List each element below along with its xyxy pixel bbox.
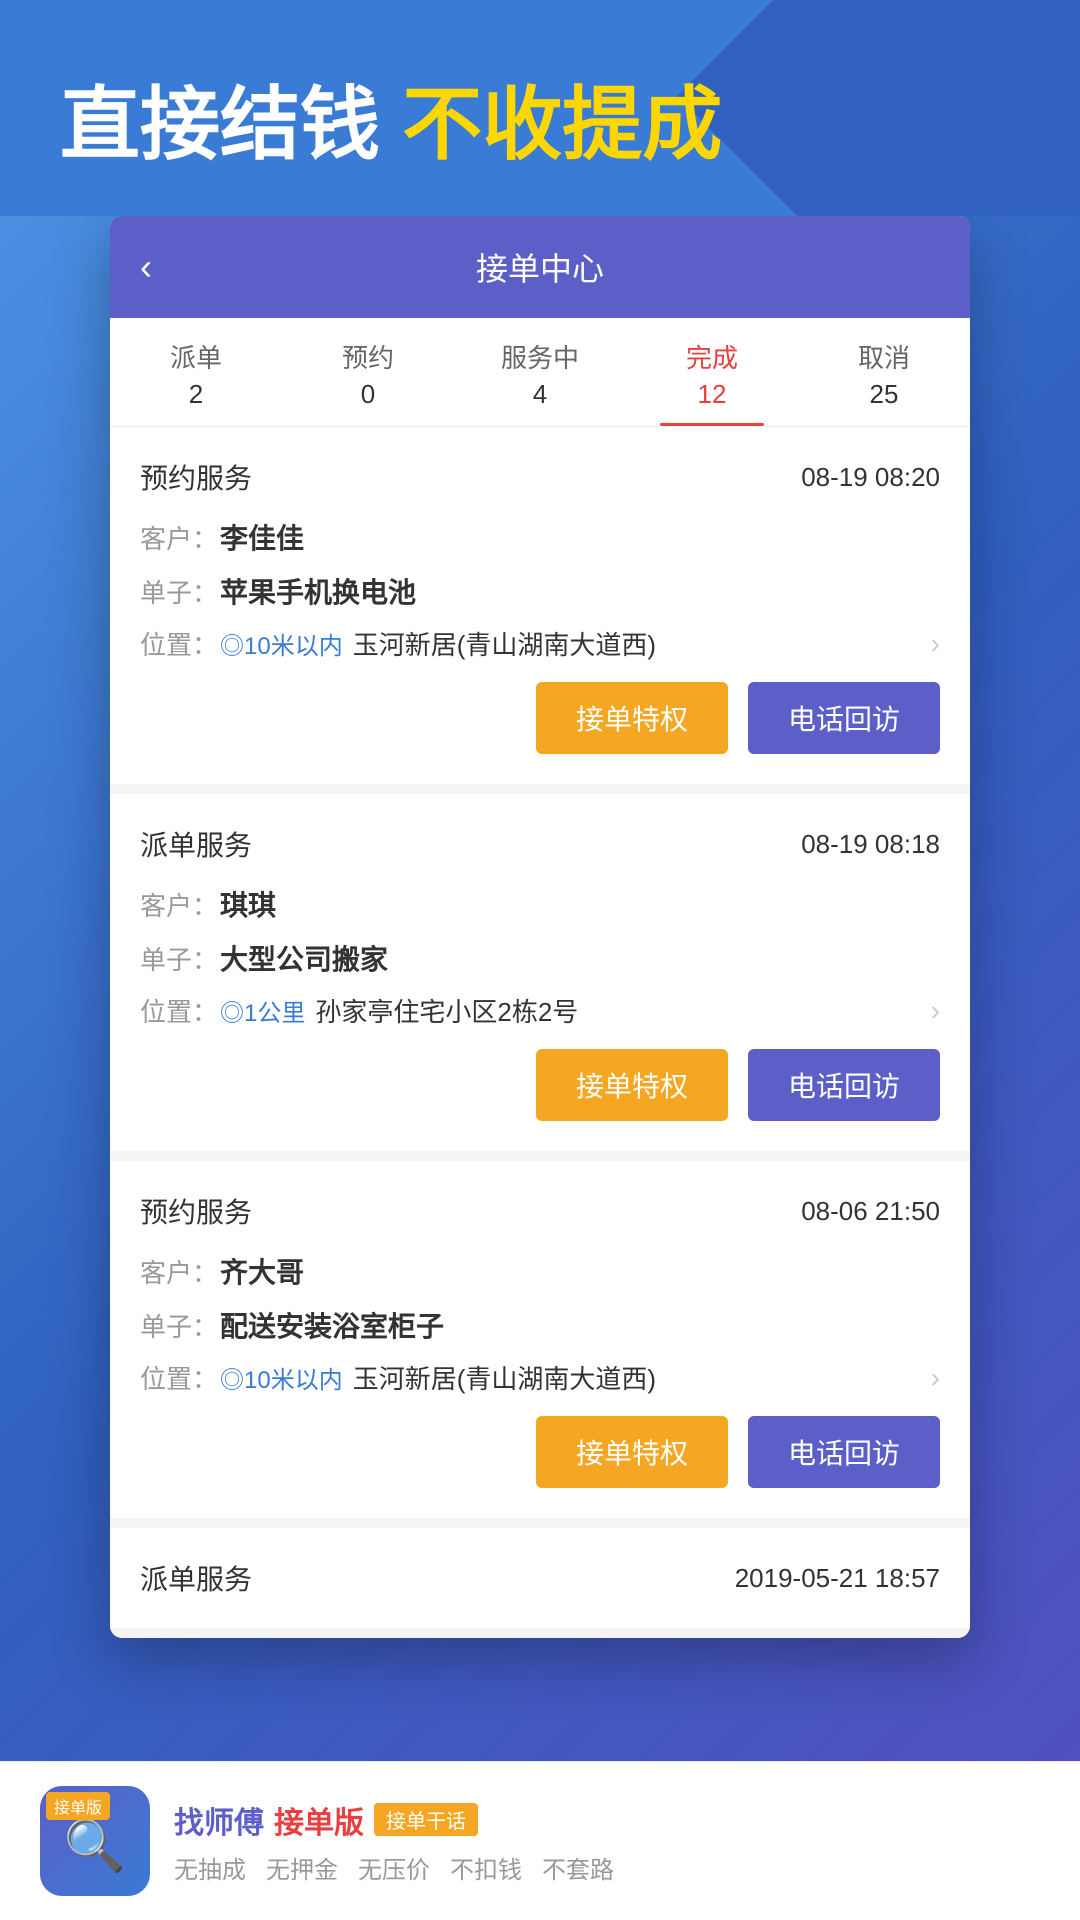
order-actions-1: 接单特权 电话回访 [140, 682, 940, 754]
customer-name-3: 齐大哥 [220, 1251, 304, 1291]
order-list: 预约服务 08-19 08:20 客户： 李佳佳 单子： 苹果手机换电池 位置：… [110, 427, 970, 1628]
tab-completed-label: 完成 [626, 338, 798, 375]
order-time-3: 08-06 21:50 [801, 1196, 940, 1227]
location-label-1: 位置： [140, 625, 220, 662]
customer-label-2: 客户： [140, 886, 220, 923]
bottom-banner: 接单版 🔍 找师傅 接单版 接单干话 无抽成 无押金 无压价 不扣钱 不套路 [0, 1761, 1080, 1920]
location-text-2: 孙家亭住宅小区2栋2号 [315, 992, 930, 1029]
location-label-2: 位置： [140, 992, 220, 1029]
location-row-1[interactable]: 位置： ◎10米以内 玉河新居(青山湖南大道西) › [140, 625, 940, 662]
banner-app-tag: 接单版 [46, 1792, 110, 1820]
order-header-3: 预约服务 08-06 21:50 [140, 1191, 940, 1231]
tab-appointment[interactable]: 预约 0 [282, 318, 454, 426]
order-header-4: 派单服务 2019-05-21 18:57 [140, 1558, 940, 1598]
location-row-2[interactable]: 位置： ◎1公里 孙家亭住宅小区2栋2号 › [140, 992, 940, 1029]
order-type-4: 派单服务 [140, 1558, 252, 1598]
order-item-label-2: 单子： [140, 940, 220, 977]
customer-row-2: 客户： 琪琪 [140, 884, 940, 924]
customer-name-2: 琪琪 [220, 884, 276, 924]
banner-highlight: 接单版 [274, 1798, 364, 1842]
order-item-label-1: 单子： [140, 573, 220, 610]
subtitle-item-3: 无压价 [358, 1850, 430, 1885]
order-type-2: 派单服务 [140, 824, 252, 864]
distance-badge-2: ◎1公里 [220, 993, 305, 1028]
tab-in-service-count: 4 [454, 379, 626, 410]
tab-dispatch-label: 派单 [110, 338, 282, 375]
order-type-1: 预约服务 [140, 457, 252, 497]
banner-app-icon: 接单版 🔍 [40, 1786, 150, 1896]
order-item-value-3: 配送安装浴室柜子 [220, 1305, 444, 1345]
phone-area: ‹ 接单中心 派单 2 预约 0 服务中 4 完成 12 取消 25 [0, 216, 1080, 1761]
order-time-2: 08-19 08:18 [801, 829, 940, 860]
order-time-4: 2019-05-21 18:57 [735, 1563, 940, 1594]
banner-subtitle: 无抽成 无押金 无压价 不扣钱 不套路 [174, 1850, 1040, 1885]
app-header: ‹ 接单中心 [110, 216, 970, 318]
tab-bar: 派单 2 预约 0 服务中 4 完成 12 取消 25 [110, 318, 970, 427]
tab-in-service[interactable]: 服务中 4 [454, 318, 626, 426]
customer-row-3: 客户： 齐大哥 [140, 1251, 940, 1291]
subtitle-item-1: 无抽成 [174, 1850, 246, 1885]
order-actions-2: 接单特权 电话回访 [140, 1049, 940, 1121]
order-card-3: 预约服务 08-06 21:50 客户： 齐大哥 单子： 配送安装浴室柜子 位置… [110, 1161, 970, 1518]
subtitle-item-5: 不套路 [542, 1850, 614, 1885]
subtitle-item-4: 不扣钱 [450, 1850, 522, 1885]
order-item-value-1: 苹果手机换电池 [220, 571, 416, 611]
callback-button-1[interactable]: 电话回访 [748, 682, 940, 754]
tab-appointment-count: 0 [282, 379, 454, 410]
hero-title-white: 直接结钱 [60, 80, 380, 169]
distance-badge-3: ◎10米以内 [220, 1360, 343, 1395]
tab-appointment-label: 预约 [282, 338, 454, 375]
tab-cancelled[interactable]: 取消 25 [798, 318, 970, 426]
chevron-icon-2: › [931, 995, 940, 1027]
order-item-label-3: 单子： [140, 1307, 220, 1344]
order-time-1: 08-19 08:20 [801, 462, 940, 493]
hero-title: 直接结钱 不收提成 [60, 60, 1020, 176]
order-header-1: 预约服务 08-19 08:20 [140, 457, 940, 497]
privilege-button-1[interactable]: 接单特权 [536, 682, 728, 754]
callback-button-2[interactable]: 电话回访 [748, 1049, 940, 1121]
order-item-row-2: 单子： 大型公司搬家 [140, 938, 940, 978]
privilege-button-2[interactable]: 接单特权 [536, 1049, 728, 1121]
hero-title-yellow: 不收提成 [402, 80, 722, 169]
tab-completed[interactable]: 完成 12 [626, 318, 798, 426]
subtitle-item-2: 无押金 [266, 1850, 338, 1885]
tab-cancelled-label: 取消 [798, 338, 970, 375]
order-item-row-1: 单子： 苹果手机换电池 [140, 571, 940, 611]
order-item-value-2: 大型公司搬家 [220, 938, 388, 978]
banner-title: 找师傅 接单版 接单干话 [174, 1798, 1040, 1842]
privilege-button-3[interactable]: 接单特权 [536, 1416, 728, 1488]
location-label-3: 位置： [140, 1359, 220, 1396]
customer-name-1: 李佳佳 [220, 517, 304, 557]
app-mockup: ‹ 接单中心 派单 2 预约 0 服务中 4 完成 12 取消 25 [110, 216, 970, 1638]
chevron-icon-3: › [931, 1362, 940, 1394]
location-text-1: 玉河新居(青山湖南大道西) [353, 625, 931, 662]
banner-text-area: 找师傅 接单版 接单干话 无抽成 无押金 无压价 不扣钱 不套路 [174, 1798, 1040, 1885]
tab-cancelled-count: 25 [798, 379, 970, 410]
app-title: 接单中心 [476, 244, 604, 290]
order-item-row-3: 单子： 配送安装浴室柜子 [140, 1305, 940, 1345]
customer-row-1: 客户： 李佳佳 [140, 517, 940, 557]
distance-badge-1: ◎10米以内 [220, 626, 343, 661]
banner-app-name: 找师傅 [174, 1798, 264, 1842]
location-row-3[interactable]: 位置： ◎10米以内 玉河新居(青山湖南大道西) › [140, 1359, 940, 1396]
hero-section: 直接结钱 不收提成 [0, 0, 1080, 216]
order-actions-3: 接单特权 电话回访 [140, 1416, 940, 1488]
banner-badge: 接单干话 [374, 1803, 478, 1836]
back-button[interactable]: ‹ [140, 246, 152, 288]
tab-in-service-label: 服务中 [454, 338, 626, 375]
tab-dispatch[interactable]: 派单 2 [110, 318, 282, 426]
order-type-3: 预约服务 [140, 1191, 252, 1231]
order-header-2: 派单服务 08-19 08:18 [140, 824, 940, 864]
order-card-2: 派单服务 08-19 08:18 客户： 琪琪 单子： 大型公司搬家 位置： ◎… [110, 794, 970, 1151]
location-text-3: 玉河新居(青山湖南大道西) [353, 1359, 931, 1396]
banner-mascot-icon: 🔍 [64, 1817, 126, 1876]
order-card-1: 预约服务 08-19 08:20 客户： 李佳佳 单子： 苹果手机换电池 位置：… [110, 427, 970, 784]
chevron-icon-1: › [931, 628, 940, 660]
order-card-4: 派单服务 2019-05-21 18:57 [110, 1528, 970, 1628]
customer-label-3: 客户： [140, 1253, 220, 1290]
customer-label-1: 客户： [140, 519, 220, 556]
tab-completed-count: 12 [626, 379, 798, 410]
callback-button-3[interactable]: 电话回访 [748, 1416, 940, 1488]
tab-dispatch-count: 2 [110, 379, 282, 410]
